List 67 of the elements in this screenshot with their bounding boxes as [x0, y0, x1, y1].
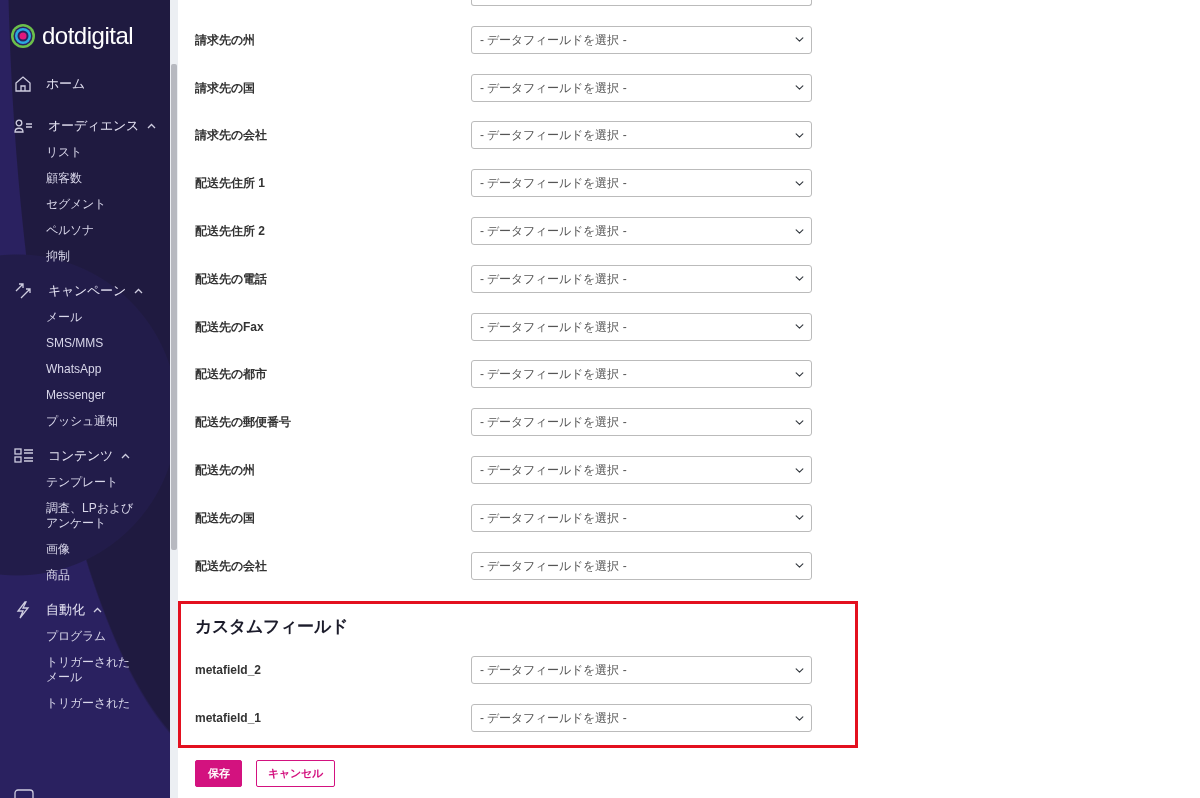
select-field[interactable]: - データフィールドを選択 - — [471, 503, 812, 532]
field-label: 配送先の都市 — [195, 366, 268, 384]
select-field[interactable] — [471, 0, 812, 6]
chevron-up-icon[interactable] — [93, 607, 102, 613]
cancel-button[interactable]: キャンセル — [256, 760, 335, 788]
select-field[interactable]: - データフィールドを選択 - — [471, 169, 812, 198]
nav-item[interactable]: セグメント — [46, 197, 134, 212]
nav-item[interactable]: リスト — [46, 145, 134, 160]
person-list-icon — [14, 119, 34, 133]
field-label: 配送先のFax — [195, 318, 265, 336]
nav-group[interactable]: 自動化 — [46, 600, 85, 620]
field-label: 請求先の会社 — [195, 127, 268, 145]
home-icon — [14, 75, 32, 93]
nav-item[interactable]: メール — [46, 310, 134, 325]
lightning-icon — [14, 601, 32, 619]
logo-icon — [10, 23, 36, 49]
select-field[interactable]: - データフィールドを選択 - — [471, 656, 812, 685]
select-field[interactable]: - データフィールドを選択 - — [471, 360, 812, 389]
select-field[interactable]: - データフィールドを選択 - — [471, 408, 812, 437]
field-label: 配送先の電話 — [195, 270, 268, 288]
select-field[interactable]: - データフィールドを選択 - — [471, 73, 812, 102]
brand-name: dotdigital — [42, 21, 134, 51]
nav-item[interactable]: ペルソナ — [46, 223, 134, 238]
nav-item[interactable]: トリガーされたメール — [46, 655, 134, 685]
select-field[interactable]: - データフィールドを選択 - — [471, 217, 812, 246]
select-field[interactable]: - データフィールドを選択 - — [471, 264, 812, 293]
nav-item[interactable]: 調査、LPおよびアンケート — [46, 501, 134, 531]
select-field[interactable]: - データフィールドを選択 - — [471, 312, 812, 341]
nav-item[interactable]: 顧客数 — [46, 171, 134, 186]
select-field[interactable]: - データフィールドを選択 - — [471, 551, 812, 580]
select-field[interactable]: - データフィールドを選択 - — [471, 25, 812, 54]
chevron-up-icon[interactable] — [121, 453, 130, 459]
field-label: 配送先の州 — [195, 462, 256, 480]
field-label: metafield_2 — [195, 662, 263, 680]
nav-item[interactable]: プログラム — [46, 629, 134, 644]
section-title: カスタムフィールド — [195, 615, 349, 638]
nav-group[interactable]: ホーム — [46, 74, 85, 94]
nav-group[interactable]: オーディエンス — [48, 116, 139, 136]
field-label: 請求先の州 — [195, 31, 256, 49]
nav-item[interactable]: 抑制 — [46, 249, 134, 264]
nav-item[interactable]: SMS/MMS — [46, 336, 134, 351]
select-field[interactable]: - データフィールドを選択 - — [471, 456, 812, 485]
nav-item[interactable]: 画像 — [46, 542, 134, 557]
chevron-up-icon[interactable] — [134, 288, 143, 294]
select-field[interactable]: - データフィールドを選択 - — [471, 704, 812, 733]
field-label: metafield_1 — [195, 710, 263, 728]
field-label: 配送先住所 2 — [195, 223, 266, 241]
nav-item[interactable]: トリガーされた — [46, 696, 134, 711]
nav-item[interactable]: プッシュ通知 — [46, 414, 134, 429]
nav-item[interactable]: Messenger — [46, 388, 134, 403]
nav-item[interactable]: テンプレート — [46, 475, 134, 490]
field-label: 配送先住所 1 — [195, 175, 266, 193]
nav-item[interactable]: 商品 — [46, 568, 134, 583]
nav-group[interactable]: キャンペーン — [48, 281, 126, 301]
arrows-icon — [14, 282, 34, 300]
chevron-up-icon[interactable] — [147, 123, 156, 129]
select-field[interactable]: - データフィールドを選択 - — [471, 121, 812, 150]
save-button[interactable]: 保存 — [195, 760, 242, 788]
nav-item[interactable]: WhatsApp — [46, 362, 134, 377]
field-label: 配送先の国 — [195, 509, 256, 527]
nav-group[interactable]: コンテンツ — [48, 446, 113, 466]
field-label: 請求先の国 — [195, 79, 256, 97]
grid-list-icon — [14, 448, 34, 464]
collapse-icon[interactable] — [14, 789, 34, 798]
field-label: 配送先の郵便番号 — [195, 414, 292, 432]
field-label: 配送先の会社 — [195, 557, 268, 575]
scrollbar-thumb[interactable] — [171, 64, 177, 550]
